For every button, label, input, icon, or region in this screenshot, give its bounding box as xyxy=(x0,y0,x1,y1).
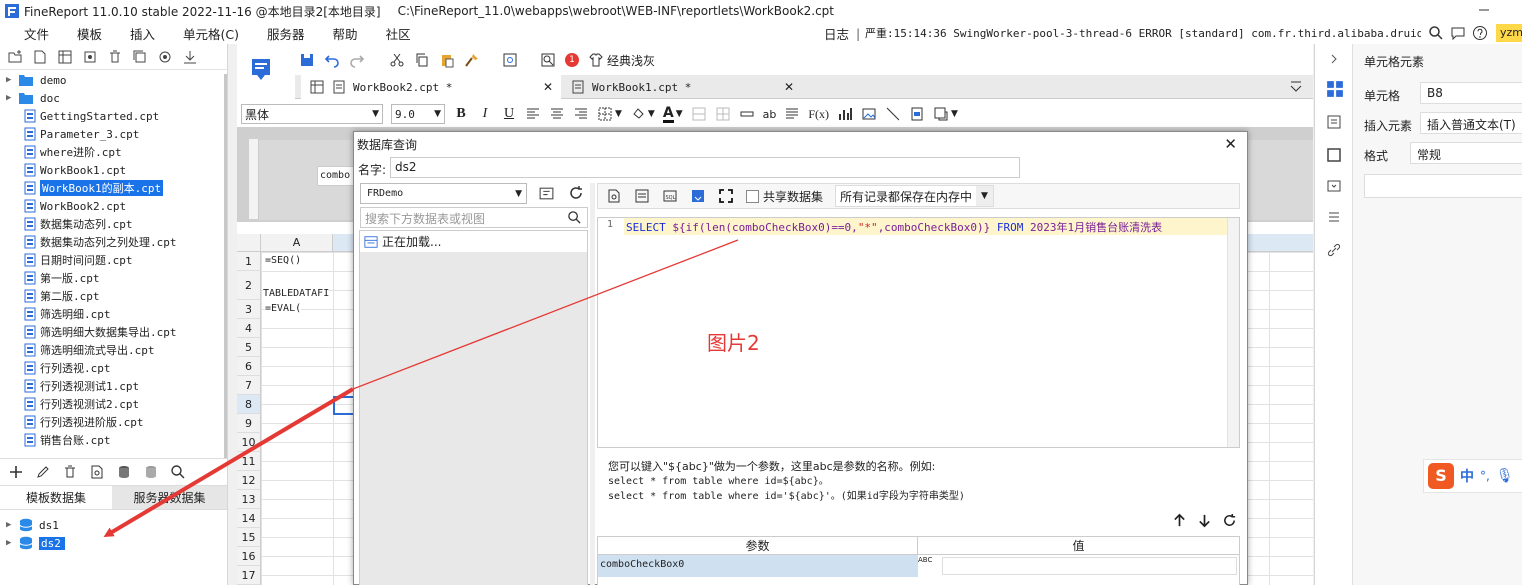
annotation-thick-arrow xyxy=(103,387,355,538)
annotation-arrows xyxy=(103,239,739,538)
annotation-thin-line xyxy=(352,239,739,390)
